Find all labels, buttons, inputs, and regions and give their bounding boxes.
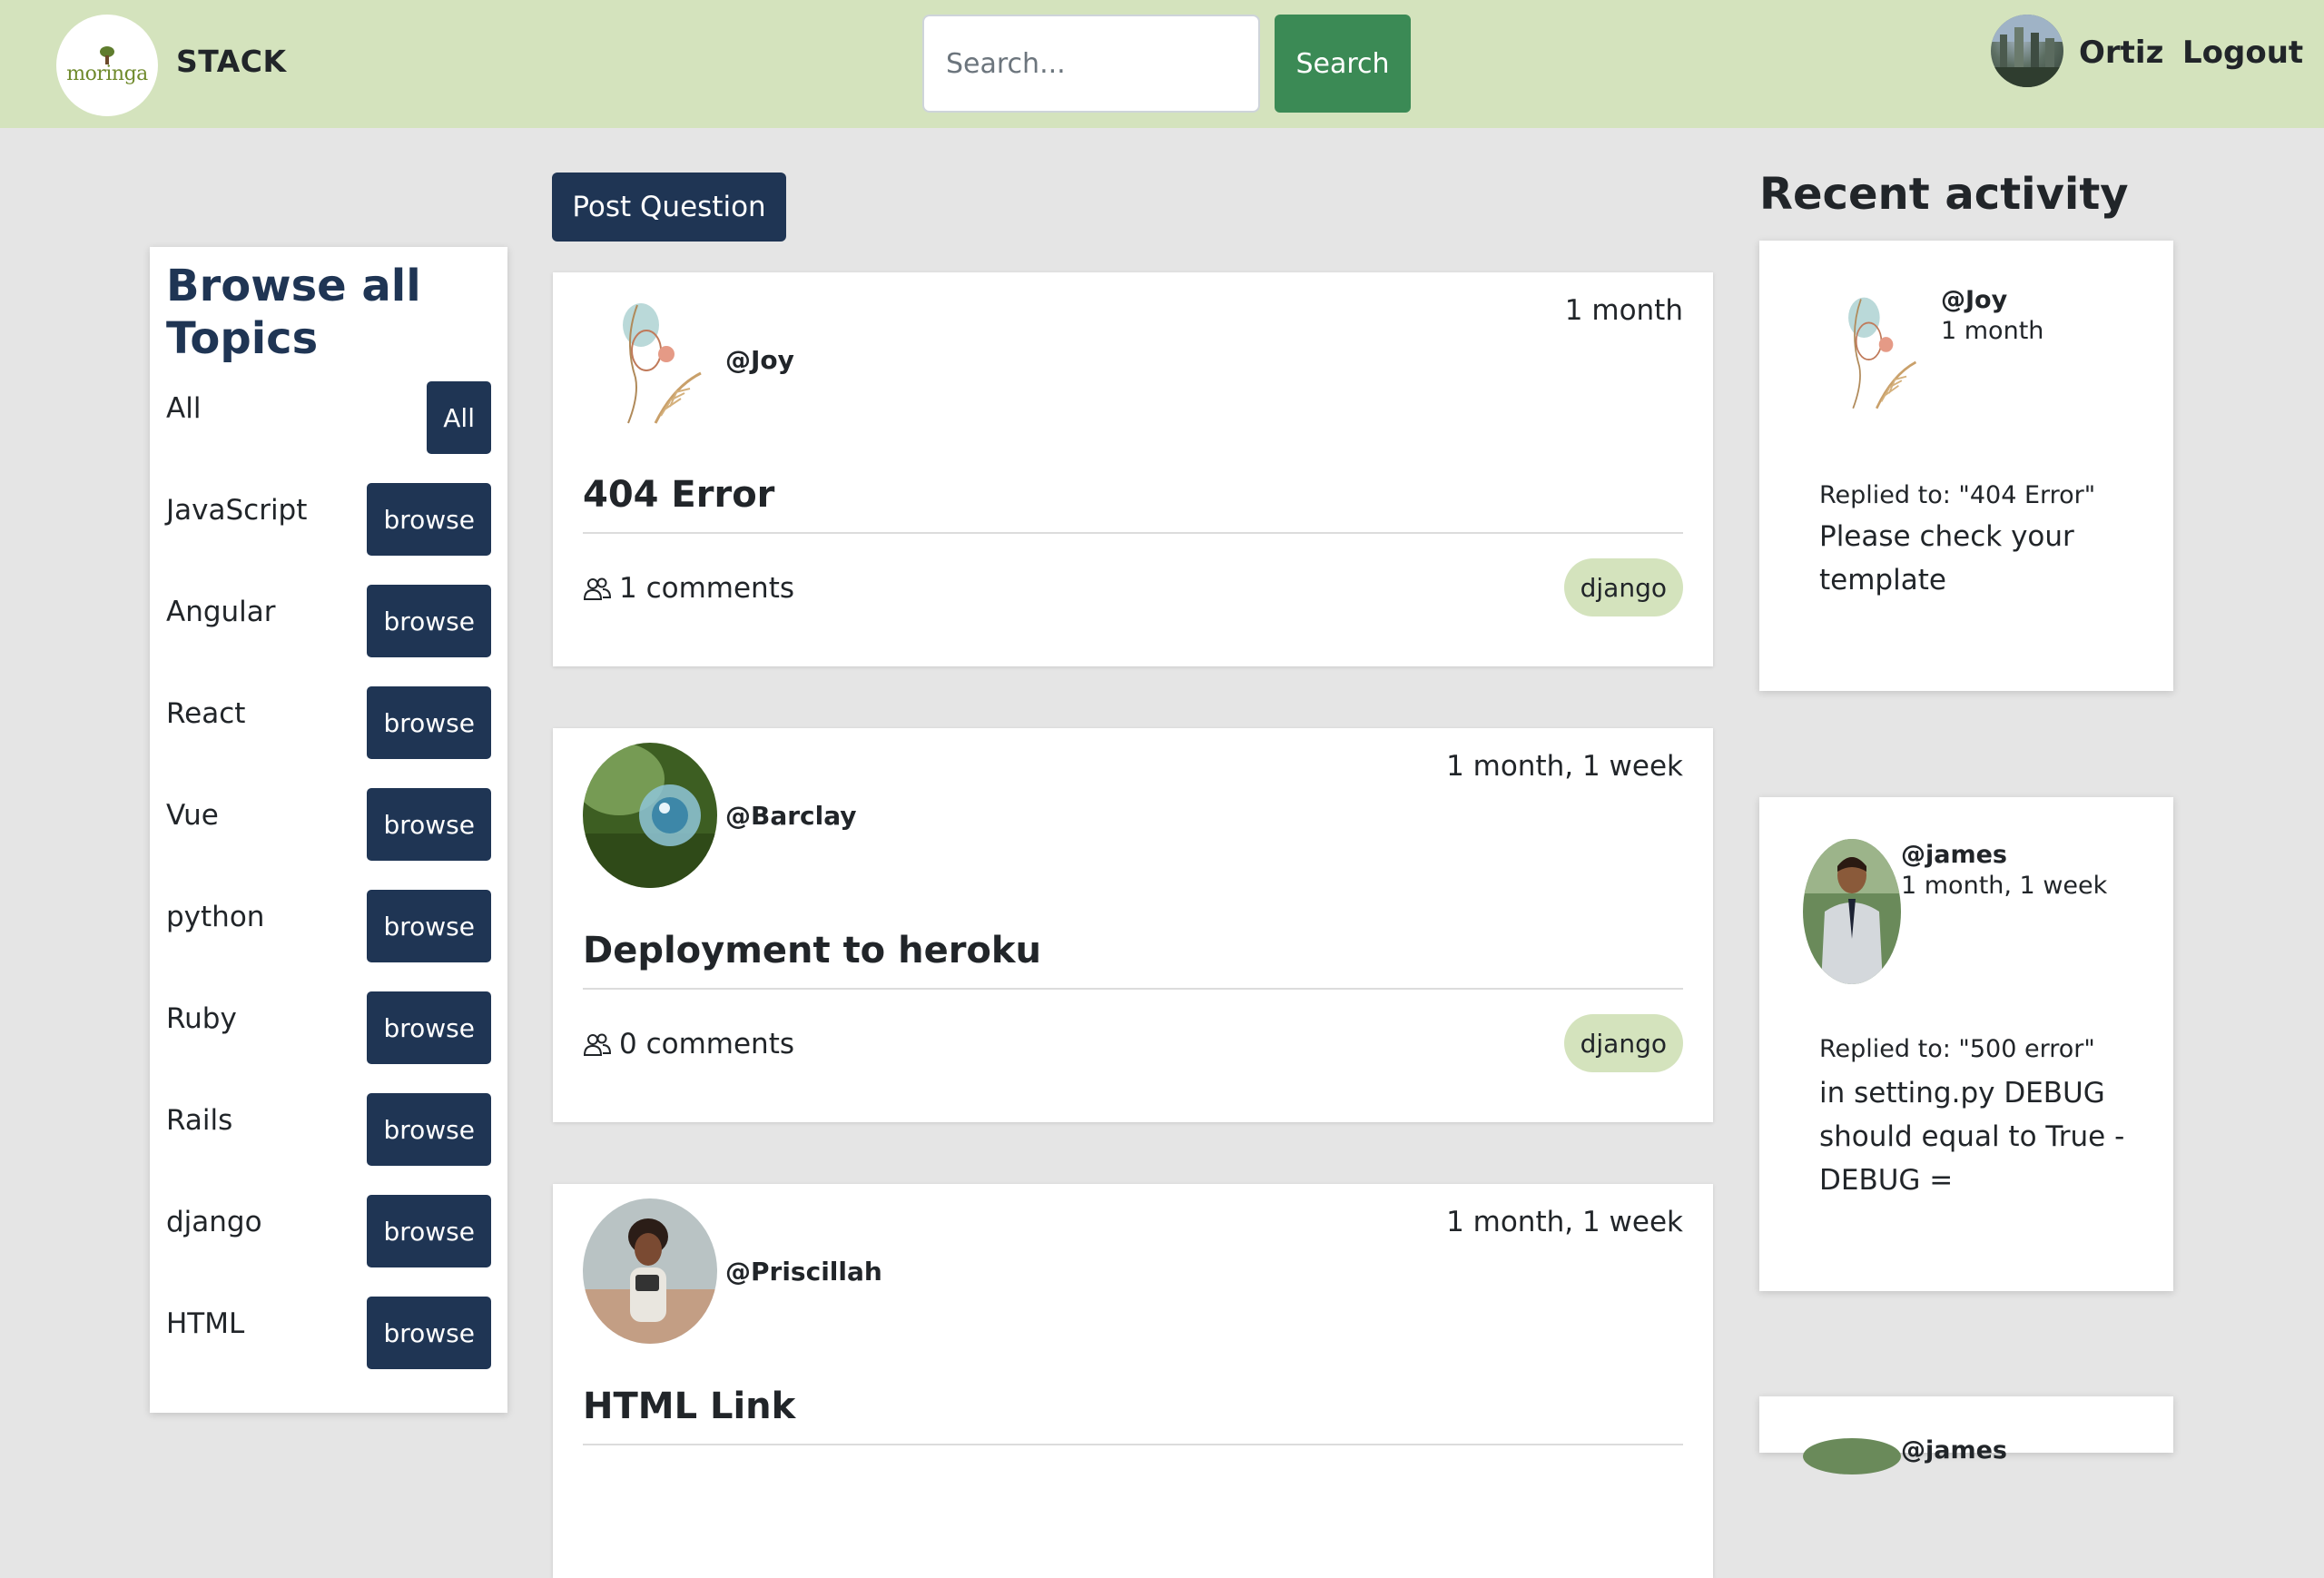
users-icon (583, 576, 612, 601)
search-input[interactable] (922, 15, 1260, 113)
username-link[interactable]: Ortiz (2079, 35, 2163, 71)
topic-label: Angular (166, 596, 276, 628)
post-question-button[interactable]: Post Question (552, 173, 786, 242)
divider (583, 532, 1683, 534)
topic-label: HTML (166, 1307, 245, 1340)
question-time: 1 month, 1 week (1446, 750, 1683, 783)
question-time: 1 month, 1 week (1446, 1206, 1683, 1238)
topic-browse-button[interactable]: browse (367, 1297, 491, 1369)
topic-row-all: All All (166, 381, 491, 454)
activity-replied-to[interactable]: Replied to: "404 Error" (1819, 481, 2095, 509)
user-avatar[interactable] (1991, 15, 2063, 87)
recent-activity-title: Recent activity (1759, 169, 2129, 220)
logout-link[interactable]: Logout (2182, 35, 2303, 71)
topic-browse-button[interactable]: browse (367, 788, 491, 861)
activity-author[interactable]: @james (1901, 841, 2007, 869)
topic-row-vue: Vue browse (166, 788, 491, 861)
activity-body: in setting.py DEBUG should equal to True… (1819, 1077, 2125, 1197)
question-card: @Joy 1 month 404 Error 1 comments django (553, 272, 1713, 666)
topic-browse-button[interactable]: browse (367, 585, 491, 657)
activity-card: @james (1759, 1396, 2173, 1474)
topic-all-button[interactable]: All (427, 381, 491, 454)
topic-label: django (166, 1206, 262, 1238)
question-author[interactable]: @Joy (725, 345, 794, 375)
topic-label: React (166, 697, 246, 730)
activity-time: 1 month, 1 week (1901, 872, 2108, 900)
question-title[interactable]: Deployment to heroku (583, 930, 1041, 971)
activity-time: 1 month (1941, 317, 2044, 345)
activity-card: @james 1 month, 1 week Replied to: "500 … (1759, 797, 2173, 1291)
tree-icon (94, 45, 121, 64)
topic-browse-button[interactable]: browse (367, 1195, 491, 1267)
topic-browse-button[interactable]: browse (367, 890, 491, 962)
topic-label: Ruby (166, 1002, 237, 1035)
comments-label: 1 comments (619, 572, 795, 605)
topics-sidebar: Browse all Topics All All JavaScript bro… (150, 247, 507, 1413)
topic-row-react: React browse (166, 686, 491, 759)
question-title[interactable]: 404 Error (583, 474, 774, 516)
topic-row-rails: Rails browse (166, 1093, 491, 1166)
topic-row-angular: Angular browse (166, 585, 491, 657)
topic-row-python: python browse (166, 890, 491, 962)
activity-body: Please check your template (1819, 520, 2074, 597)
topic-browse-button[interactable]: browse (367, 991, 491, 1064)
moringa-logo[interactable]: moringa (56, 15, 158, 116)
topic-browse-button[interactable]: browse (367, 483, 491, 556)
logo-text: moringa (66, 62, 148, 85)
question-author[interactable]: @Priscillah (725, 1257, 882, 1287)
topics-title: Browse all Topics (166, 261, 421, 364)
topic-row-ruby: Ruby browse (166, 991, 491, 1064)
topic-row-javascript: JavaScript browse (166, 483, 491, 556)
topic-row-html: HTML browse (166, 1297, 491, 1369)
question-card: @Barclay 1 month, 1 week Deployment to h… (553, 728, 1713, 1122)
search-button[interactable]: Search (1275, 15, 1411, 113)
avatar[interactable] (583, 287, 717, 432)
question-card: @Priscillah 1 month, 1 week HTML Link (553, 1184, 1713, 1578)
avatar[interactable] (1803, 1438, 1901, 1474)
navbar: moringa STACK Search Ortiz Logout (0, 0, 2324, 128)
topic-label: All (166, 392, 202, 425)
question-title[interactable]: HTML Link (583, 1386, 795, 1427)
topic-browse-button[interactable]: browse (367, 686, 491, 759)
topic-label: Vue (166, 799, 219, 832)
question-author[interactable]: @Barclay (725, 801, 857, 831)
divider (583, 1444, 1683, 1445)
topic-label: JavaScript (166, 494, 308, 527)
activity-replied-to[interactable]: Replied to: "500 error" (1819, 1035, 2095, 1063)
question-time: 1 month (1564, 294, 1683, 327)
topic-tag[interactable]: django (1563, 558, 1683, 616)
topic-label: python (166, 901, 265, 933)
comments-count: 1 comments (583, 572, 794, 605)
avatar[interactable] (583, 743, 717, 888)
brand-name[interactable]: STACK (176, 44, 287, 79)
topic-row-django: django browse (166, 1195, 491, 1267)
divider (583, 988, 1683, 990)
comments-label: 0 comments (619, 1028, 795, 1060)
topic-label: Rails (166, 1104, 233, 1137)
topic-browse-button[interactable]: browse (367, 1093, 491, 1166)
avatar[interactable] (1803, 839, 1901, 984)
comments-count: 0 comments (583, 1028, 794, 1060)
avatar[interactable] (1814, 282, 1930, 417)
activity-author[interactable]: @james (1901, 1436, 2007, 1465)
avatar[interactable] (583, 1198, 717, 1344)
activity-card: @Joy 1 month Replied to: "404 Error" Ple… (1759, 241, 2173, 691)
activity-author[interactable]: @Joy (1941, 286, 2007, 314)
topic-tag[interactable]: django (1563, 1014, 1683, 1072)
users-icon (583, 1031, 612, 1057)
